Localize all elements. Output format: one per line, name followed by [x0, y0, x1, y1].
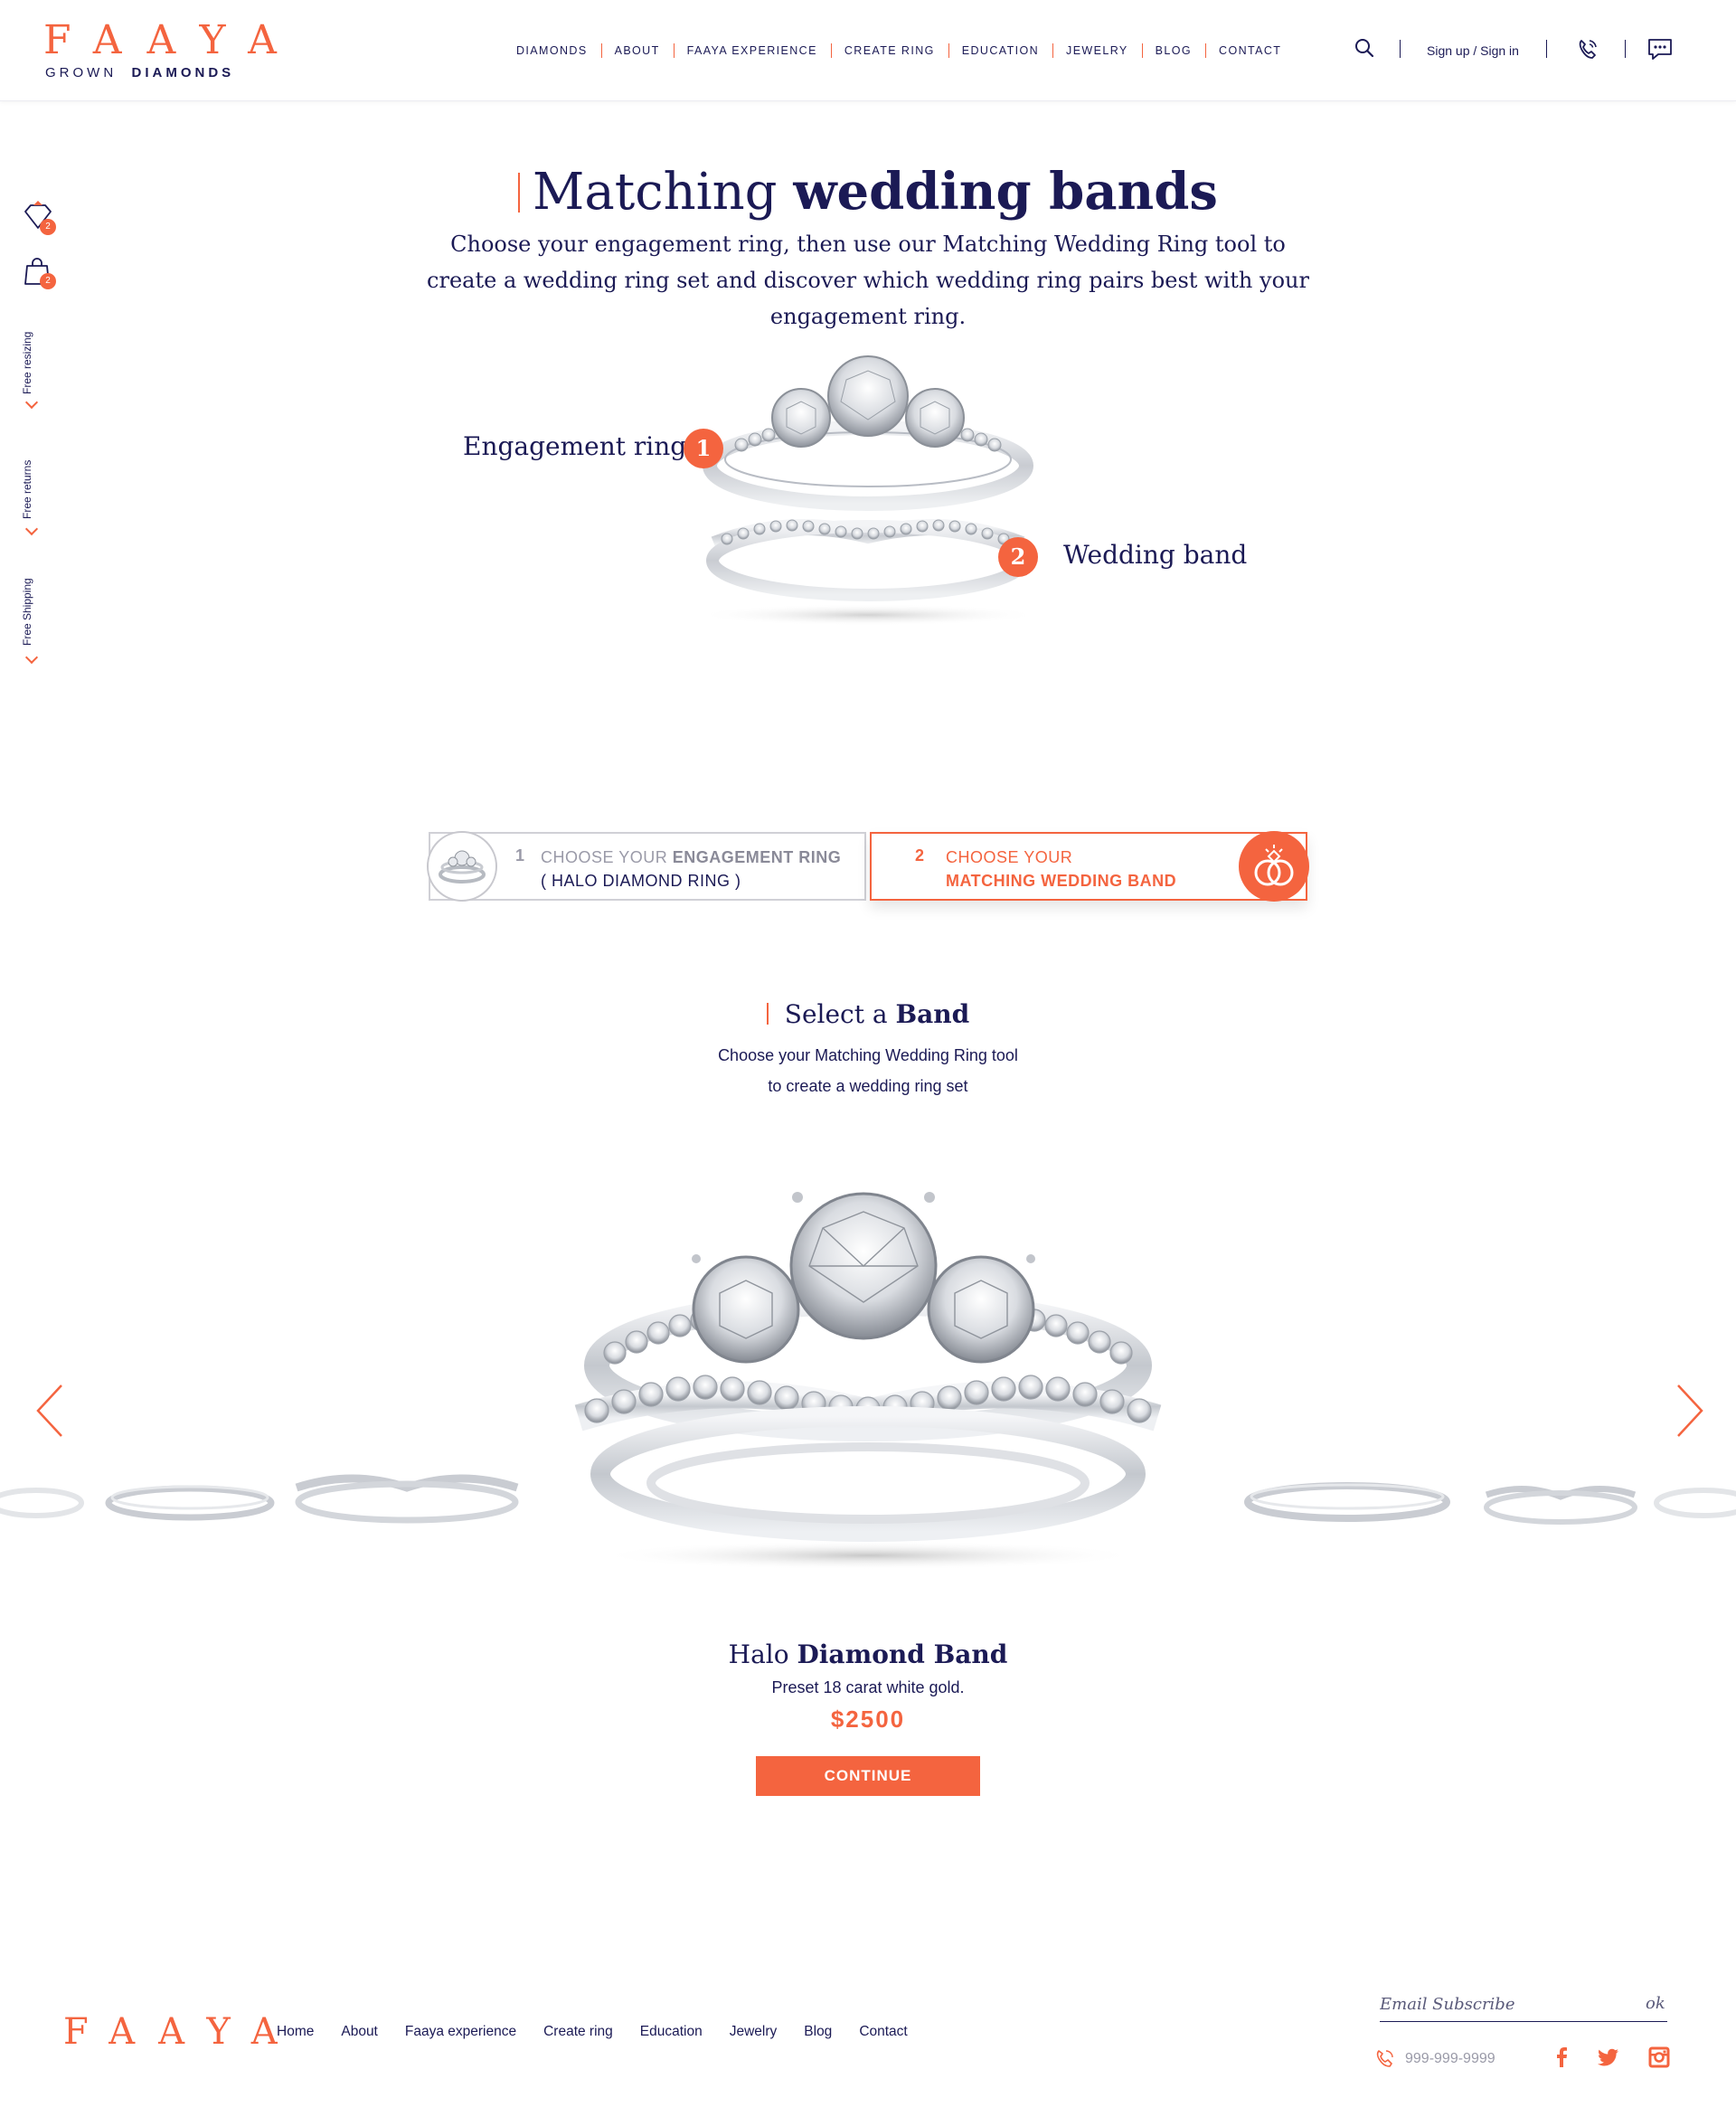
step-choose-wedding-band[interactable]: 2 CHOOSE YOUR MATCHING WEDDING BAND	[870, 831, 1309, 902]
step-2-title-light: CHOOSE YOUR	[946, 848, 1073, 866]
ring-set-illustration	[696, 355, 1040, 626]
product-name-light: Halo	[728, 1639, 789, 1669]
step-1-title: CHOOSE YOUR ENGAGEMENT RING	[541, 846, 841, 868]
footer-phone-number: 999-999-9999	[1405, 2051, 1495, 2066]
nav-item-about[interactable]: ABOUT	[600, 42, 674, 60]
nav-item-blog[interactable]: BLOG	[1141, 42, 1205, 60]
email-subscribe-input[interactable]	[1380, 1988, 1667, 2022]
carousel-prev-arrow[interactable]	[33, 1384, 69, 1438]
main-nav: DIAMONDS ABOUT FAAYA EXPERIENCE CREATE R…	[503, 42, 1295, 60]
product-description: Preset 18 carat white gold.	[771, 1678, 965, 1696]
select-band-desc-line-1: Choose your Matching Wedding Ring tool	[718, 1046, 1018, 1064]
footer-link-education[interactable]: Education	[640, 2022, 703, 2042]
twitter-icon[interactable]	[1597, 2046, 1620, 2069]
footer-link-contact[interactable]: Contact	[859, 2022, 907, 2042]
phone-icon	[1376, 2050, 1393, 2067]
nav-item-contact[interactable]: CONTACT	[1205, 42, 1295, 60]
nav-item-create-ring[interactable]: CREATE RING	[830, 42, 948, 60]
carousel-next-arrow[interactable]	[1671, 1384, 1707, 1438]
email-subscribe-submit[interactable]: ok	[1646, 1993, 1665, 2015]
nav-item-jewelry[interactable]: JEWELRY	[1052, 42, 1142, 60]
band-thumbnail[interactable]	[1239, 1469, 1456, 1533]
selected-ring-set-image	[574, 1192, 1162, 1570]
product-name-bold: Diamond Band	[797, 1639, 1008, 1669]
footer-link-jewelry[interactable]: Jewelry	[730, 2022, 778, 2042]
logo-tagline-light: GROWN	[45, 65, 118, 80]
ring-thumbnail-icon	[439, 850, 486, 883]
nav-item-education[interactable]: EDUCATION	[948, 42, 1052, 60]
step-1-ring-thumbnail	[427, 831, 497, 902]
instagram-icon[interactable]	[1647, 2046, 1671, 2069]
facebook-icon[interactable]	[1550, 2046, 1573, 2069]
wedding-band-label: Wedding band	[1063, 540, 1248, 570]
wedding-rings-icon	[1239, 831, 1309, 902]
signin-link[interactable]: Sign up / Sign in	[1427, 42, 1519, 60]
wedding-band-number: 2	[998, 537, 1038, 577]
step-1-number: 1	[515, 846, 525, 865]
engagement-ring-label: Engagement ring	[463, 431, 687, 461]
header-divider	[1625, 40, 1626, 58]
footer-link-about[interactable]: About	[341, 2022, 378, 2042]
nav-item-faaya-experience[interactable]: FAAYA EXPERIENCE	[673, 42, 831, 60]
logo-wordmark: FAAYA	[43, 17, 302, 63]
step-2-title-bold: MATCHING WEDDING BAND	[946, 872, 1177, 890]
step-2-number: 2	[915, 846, 925, 865]
footer-logo[interactable]: FAAYA	[63, 2011, 301, 2053]
site-header: FAAYA GROWN DIAMONDS DIAMONDS ABOUT FAAY…	[0, 0, 1736, 101]
header-divider	[1400, 40, 1401, 58]
title-accent-bar	[766, 1003, 769, 1025]
search-icon[interactable]	[1351, 33, 1378, 65]
phone-icon[interactable]	[1571, 33, 1604, 65]
page-title-light: Matching	[533, 163, 778, 222]
check-icon	[24, 522, 39, 536]
engagement-ring-number: 1	[684, 429, 723, 468]
band-thumbnail[interactable]	[1649, 1474, 1736, 1528]
select-band-title-light: Select a	[784, 999, 888, 1029]
step-1-selection: ( HALO DIAMOND RING )	[541, 872, 741, 890]
footer-link-home[interactable]: Home	[277, 2022, 314, 2042]
page-title: Matching wedding bands	[0, 161, 1736, 223]
page-title-bold: wedding bands	[793, 162, 1218, 222]
faaya-logo[interactable]: FAAYA GROWN DIAMONDS	[43, 20, 277, 83]
check-icon	[24, 650, 39, 665]
product-name: Halo Diamond Band	[0, 1639, 1736, 1671]
step-1-title-bold: ENGAGEMENT RING	[672, 848, 842, 866]
select-band-description: Choose your Matching Wedding Ring tool t…	[597, 1040, 1139, 1101]
band-thumbnail[interactable]	[289, 1451, 524, 1533]
step-1-title-light: CHOOSE YOUR	[541, 848, 668, 866]
logo-tagline-bold: DIAMONDS	[131, 65, 235, 80]
chat-icon[interactable]	[1644, 33, 1676, 65]
feature-free-returns: Free returns	[21, 459, 33, 519]
step-choose-engagement-ring[interactable]: 1 CHOOSE YOUR ENGAGEMENT RING ( HALO DIA…	[427, 831, 866, 902]
title-accent-bar	[518, 173, 521, 213]
page-description: Choose your engagement ring, then use ou…	[427, 231, 1309, 329]
footer-nav: Home About Faaya experience Create ring …	[277, 2022, 935, 2042]
footer-link-faaya-experience[interactable]: Faaya experience	[405, 2022, 516, 2042]
footer-link-blog[interactable]: Blog	[804, 2022, 832, 2042]
select-band-title: Select a Band	[0, 998, 1736, 1031]
cart-button[interactable]: 2	[22, 255, 56, 289]
product-price: $2500	[830, 1706, 906, 1733]
logo-tagline: GROWN DIAMONDS	[45, 65, 234, 81]
cart-count-badge: 2	[40, 273, 56, 289]
band-thumbnail[interactable]	[1479, 1469, 1642, 1533]
select-band-title-bold: Band	[895, 999, 970, 1029]
band-thumbnail[interactable]	[0, 1474, 90, 1528]
feature-free-resizing: Free resizing	[21, 331, 33, 394]
feature-free-shipping: Free Shipping	[21, 578, 33, 646]
nav-item-diamonds[interactable]: DIAMONDS	[503, 42, 601, 60]
band-thumbnail[interactable]	[99, 1474, 280, 1528]
footer-link-create-ring[interactable]: Create ring	[543, 2022, 613, 2042]
continue-button[interactable]: CONTINUE	[756, 1756, 980, 1796]
select-band-desc-line-2: to create a wedding ring set	[768, 1077, 968, 1095]
header-divider	[1546, 40, 1547, 58]
check-icon	[24, 395, 39, 410]
